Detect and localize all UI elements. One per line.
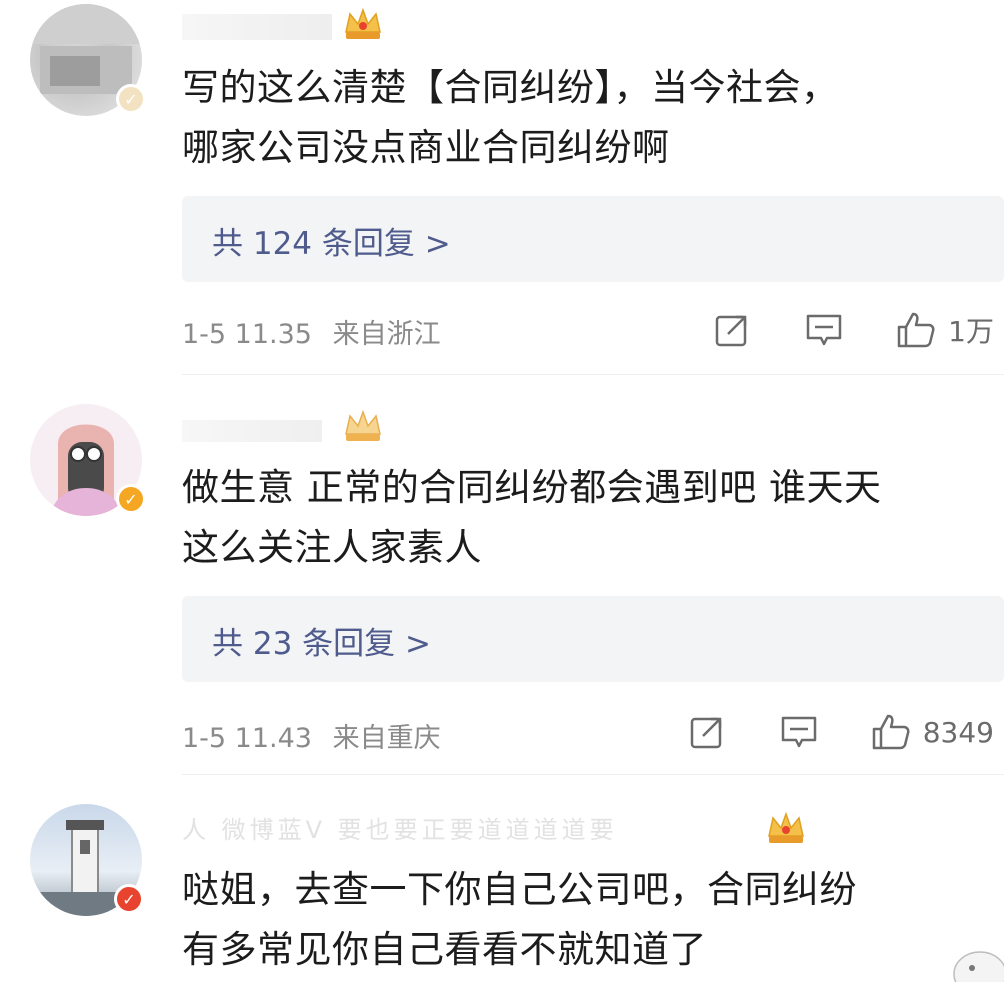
verified-badge-icon: ✓ (116, 84, 146, 114)
comment-text-line: 做生意 正常的合同纠纷都会遇到吧 谁天天 (182, 466, 882, 509)
username[interactable]: 人 微博蓝V 要也要正要道道道道要 (182, 810, 752, 850)
comment-item: ✓ 做生意 正常的合同纠纷都会遇到吧 谁天天 这么关注人家素人 共 23 条回复… (0, 390, 1004, 775)
username[interactable] (182, 412, 322, 452)
comment-icon[interactable] (804, 310, 844, 350)
avatar[interactable]: ✓ (30, 804, 144, 916)
username-text[interactable]: 人 微博蓝V 要也要正要道道道道要 (182, 816, 618, 844)
reply-box[interactable]: 共 23 条回复 > (182, 596, 1004, 682)
timestamp: 1-5 11.35 (182, 319, 312, 350)
username[interactable] (182, 8, 332, 48)
comment-actions: 8349 (687, 712, 994, 752)
comment-text-line: 哪家公司没点商业合同纠纷啊 (182, 126, 670, 169)
share-icon[interactable] (712, 310, 752, 350)
timestamp: 1-5 11.43 (182, 723, 312, 754)
thumbs-up-icon[interactable] (896, 310, 936, 350)
avatar[interactable]: ✓ (30, 404, 146, 516)
comment-text: 写的这么清楚【合同纠纷】，当今社会， 哪家公司没点商业合同纠纷啊 (182, 58, 988, 178)
thumbs-up-icon[interactable] (871, 712, 911, 752)
comment-meta: 1-5 11.35 来自浙江 (182, 312, 441, 351)
location: 来自浙江 (332, 319, 441, 350)
comment-text-line: 哒姐，去查一下你自己公司吧，合同纠纷 (182, 868, 857, 911)
divider (182, 774, 1004, 775)
comment-text: 做生意 正常的合同纠纷都会遇到吧 谁天天 这么关注人家素人 (182, 458, 988, 578)
avatar[interactable]: ✓ (30, 4, 146, 116)
comment-text-line: 这么关注人家素人 (182, 526, 482, 569)
comment-meta: 1-5 11.43 来自重庆 (182, 716, 441, 755)
like-count: 1万 (948, 315, 994, 348)
comment-icon[interactable] (779, 712, 819, 752)
crown-badge-icon (345, 7, 381, 39)
comment-actions: 1万 (712, 310, 994, 350)
reply-box[interactable]: 共 124 条回复 > (182, 196, 1004, 282)
view-replies-link[interactable]: 共 124 条回复 > (212, 218, 451, 263)
divider (182, 374, 1004, 375)
share-icon[interactable] (687, 712, 727, 752)
emoji-sticker-icon (953, 951, 1004, 982)
view-replies-link[interactable]: 共 23 条回复 > (212, 618, 431, 663)
crown-badge-icon (345, 409, 381, 441)
like-count: 8349 (922, 715, 994, 749)
comment-text-line: 有多常见你自己看看不就知道了 (182, 928, 707, 971)
crown-badge-icon (768, 811, 804, 843)
comment-text-line: 写的这么清楚【合同纠纷】，当今社会， (182, 66, 839, 109)
verified-badge-icon: ✓ (116, 484, 146, 514)
comment-item: ✓ 人 微博蓝V 要也要正要道道道道要 哒姐，去查一下你自己公司吧，合同纠纷 有… (0, 790, 1004, 982)
comment-item: ✓ 写的这么清楚【合同纠纷】，当今社会， 哪家公司没点商业合同纠纷啊 共 124… (0, 0, 1004, 375)
verified-badge-icon: ✓ (114, 884, 144, 914)
comment-text: 哒姐，去查一下你自己公司吧，合同纠纷 有多常见你自己看看不就知道了 (182, 860, 988, 980)
location: 来自重庆 (332, 723, 441, 754)
